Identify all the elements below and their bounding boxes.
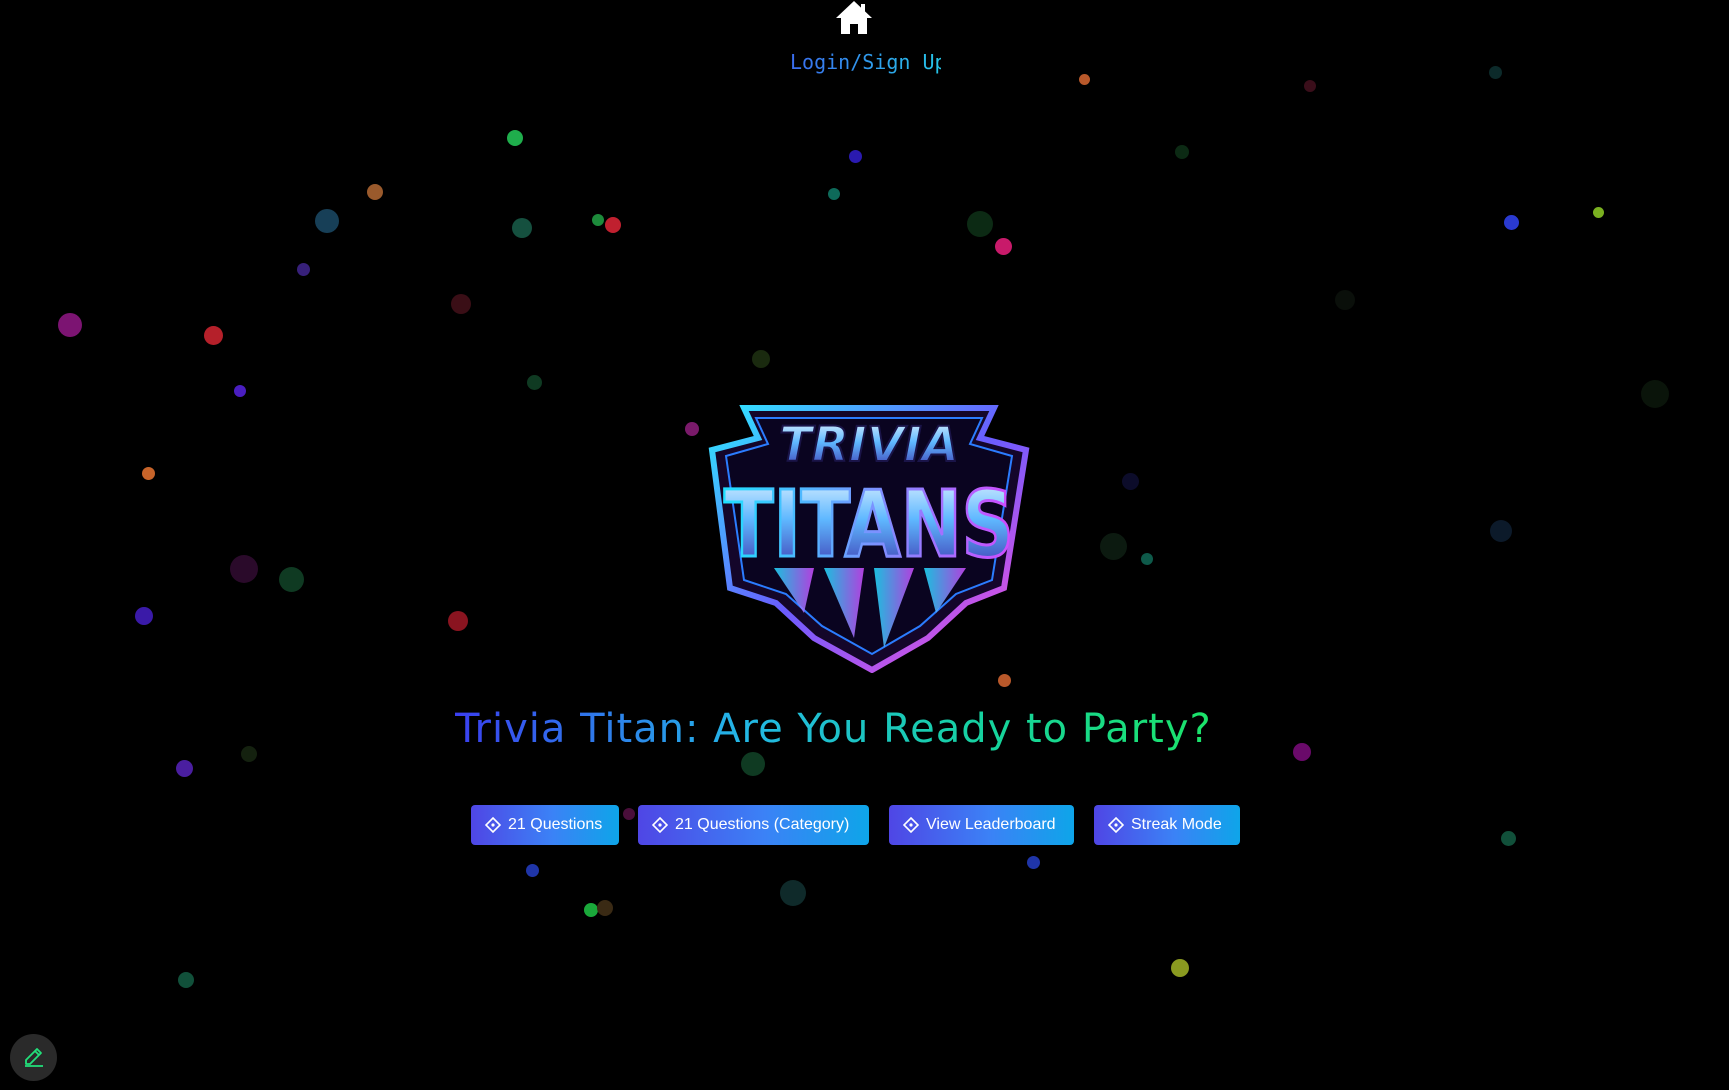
- particle: [780, 880, 806, 906]
- particle: [1501, 831, 1516, 846]
- diamond-icon: [484, 816, 502, 834]
- home-icon[interactable]: [834, 0, 874, 36]
- particle: [605, 217, 621, 233]
- particle: [241, 746, 257, 762]
- edit-button[interactable]: [10, 1034, 57, 1081]
- particle: [234, 385, 246, 397]
- particle: [597, 900, 613, 916]
- particle: [623, 808, 635, 820]
- login-signup-link[interactable]: Login/Sign Up: [790, 50, 947, 74]
- page: Login/Sign Up TRIVIA TITANS Trivia Titan…: [0, 0, 1729, 1090]
- button-label: 21 Questions: [508, 816, 603, 833]
- particle: [507, 130, 523, 146]
- particle: [849, 150, 862, 163]
- particle: [1490, 520, 1512, 542]
- particle: [1171, 959, 1189, 977]
- streak-mode-button[interactable]: Streak Mode: [1094, 805, 1240, 845]
- particle: [367, 184, 383, 200]
- particle: [752, 350, 770, 368]
- particle: [1122, 473, 1139, 490]
- view-leaderboard-button[interactable]: View Leaderboard: [889, 805, 1074, 845]
- button-label: Streak Mode: [1131, 816, 1222, 833]
- diamond-icon: [902, 816, 920, 834]
- 21-questions-button[interactable]: 21 Questions: [471, 805, 619, 845]
- 21-questions-category-button[interactable]: 21 Questions (Category): [638, 805, 869, 845]
- top-nav: Login/Sign Up: [0, 0, 1729, 80]
- particle: [741, 752, 765, 776]
- trivia-titans-logo: TRIVIA TITANS: [704, 398, 1034, 674]
- particle: [135, 607, 153, 625]
- particle: [1504, 215, 1519, 230]
- particle: [1304, 80, 1316, 92]
- particle: [230, 555, 258, 583]
- particle: [1593, 207, 1604, 218]
- particle: [448, 611, 468, 631]
- diamond-icon: [1107, 816, 1125, 834]
- pencil-icon: [22, 1044, 46, 1072]
- particle: [1293, 743, 1311, 761]
- particle: [998, 674, 1011, 687]
- particle: [828, 188, 840, 200]
- particle: [279, 567, 304, 592]
- particle: [1141, 553, 1153, 565]
- particle: [967, 211, 993, 237]
- particle: [526, 864, 539, 877]
- logo-line1: TRIVIA: [779, 417, 959, 473]
- particle: [512, 218, 532, 238]
- particle: [1335, 290, 1355, 310]
- particle: [315, 209, 339, 233]
- particle: [58, 313, 82, 337]
- particle: [176, 760, 193, 777]
- particle: [204, 326, 223, 345]
- particle: [592, 214, 604, 226]
- particle: [527, 375, 542, 390]
- particle: [685, 422, 699, 436]
- particle: [1641, 380, 1669, 408]
- particle: [451, 294, 471, 314]
- particle: [297, 263, 310, 276]
- particle: [178, 972, 194, 988]
- diamond-icon: [651, 816, 669, 834]
- particle: [1100, 533, 1127, 560]
- particle: [995, 238, 1012, 255]
- page-headline: Trivia Titan: Are You Ready to Party?: [455, 706, 1275, 752]
- button-label: 21 Questions (Category): [675, 816, 850, 833]
- button-label: View Leaderboard: [926, 816, 1056, 833]
- particle: [1027, 856, 1040, 869]
- logo-line2: TITANS: [724, 471, 1014, 578]
- particle: [142, 467, 155, 480]
- particle: [1175, 145, 1189, 159]
- particle: [584, 903, 598, 917]
